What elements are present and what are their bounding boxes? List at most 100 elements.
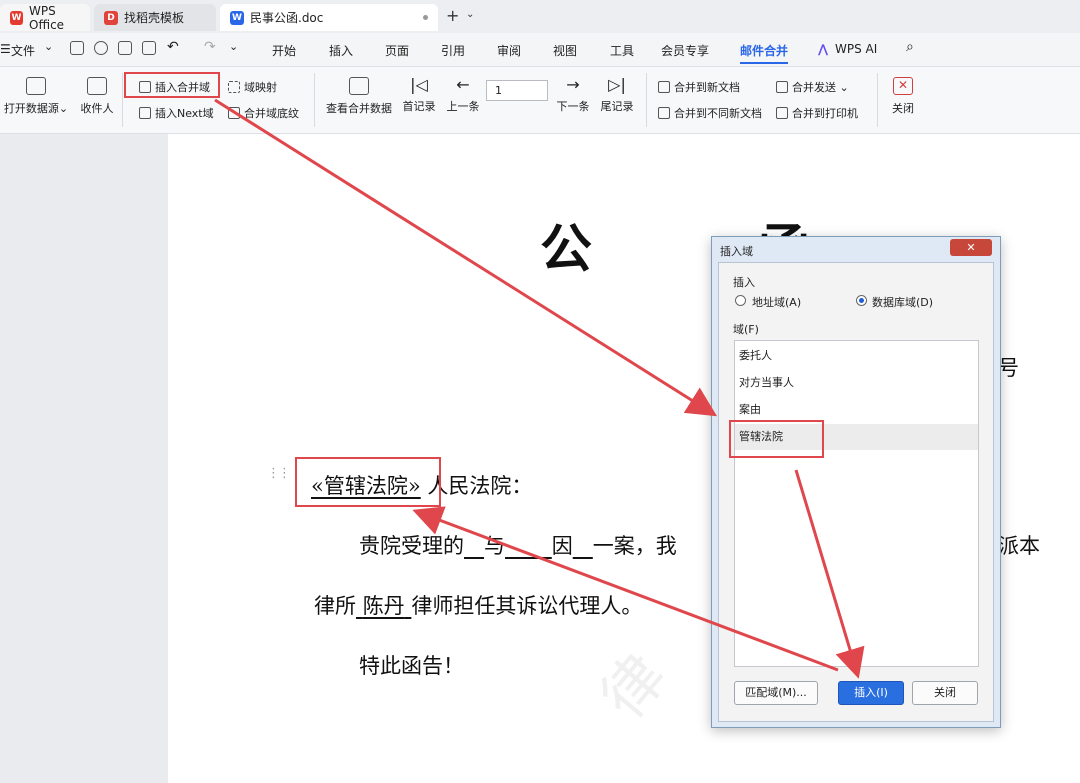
merge-printer-label: 合并到打印机 [792,107,858,120]
wps-ai-icon: ⋀ [818,42,829,56]
menu-mail-merge[interactable]: 邮件合并 [740,42,788,59]
tab-label: WPS Office [29,3,65,32]
list-item[interactable]: 对方当事人 [735,370,978,396]
radio-database-label[interactable]: 数据库域(D) [872,294,933,310]
doc-number-suffix: 号 [998,356,1019,380]
first-record-icon: |◁ [410,75,428,94]
court-suffix: 人民法院： [427,474,533,498]
arrow-left-icon: ← [456,75,470,94]
find-icon[interactable] [94,41,108,55]
database-icon [26,77,46,95]
insert-field-dialog: 插入域 ✕ 插入 地址域(A) 数据库域(D) 域(F) 委托人 对方当事人 案… [711,236,1001,728]
merge-field-shading-button[interactable]: 合并域底纹 [228,105,299,121]
first-record-button[interactable]: |◁ 首记录 [400,75,438,114]
para1-mid1: 与 [484,534,506,558]
para1-mid3: 一案，我 [592,534,677,558]
menu-tools[interactable]: 工具 [610,42,634,59]
field-listbox[interactable]: 委托人 对方当事人 案由 管辖法院 [734,340,979,667]
active-tab-indicator [740,62,788,64]
ribbon-mail-merge: 打开数据源⌄ 收件人 插入合并域 插入Next域 域映射 合并域底纹 查看合并数… [0,67,1080,134]
para2-start: 律所 [314,594,356,618]
merge-new-doc-button[interactable]: 合并到新文档 [658,79,740,95]
menu-member[interactable]: 会员专享 [661,42,709,59]
chevron-down-icon[interactable]: ⌄ [466,9,474,20]
dialog-cancel-button[interactable]: 关闭 [912,681,978,705]
merge-send-label: 合并发送 [792,81,836,94]
menu-references[interactable]: 引用 [441,42,465,59]
menu-home[interactable]: 开始 [272,42,296,59]
print-preview-icon[interactable] [142,41,156,55]
view-data-icon [349,77,369,95]
search-icon[interactable]: ⌕ [906,39,914,55]
radio-database-field[interactable] [856,295,867,306]
redo-icon[interactable]: ↷ [204,39,216,55]
merge-printer-button[interactable]: 合并到打印机 [776,105,858,121]
next-field-icon [139,107,151,119]
close-merge-label: 关闭 [892,102,914,115]
open-data-source-button[interactable]: 打开数据源⌄ [3,77,69,116]
merge-docs-icon [658,107,670,119]
doc-paragraph-1: 贵院受理的 与 因 一案，我 [359,530,677,560]
doc-closing: 特此函告！ [359,654,464,678]
ribbon-divider [877,73,878,127]
lawyer-name: 陈丹 [362,594,405,618]
new-tab-icon[interactable]: + [446,6,459,25]
menu-bar: ☰ 文件 ⌄ ↶ ↷ ⌄ 开始 插入 页面 引用 审阅 视图 工具 会员专享 邮… [0,33,1080,67]
merge-diff-docs-label: 合并到不同新文档 [674,107,762,120]
insert-next-field-button[interactable]: 插入Next域 [139,105,214,121]
menu-view[interactable]: 视图 [553,42,577,59]
last-record-button[interactable]: ▷| 尾记录 [597,75,637,114]
prev-record-label: 上一条 [446,100,480,113]
navigation-pane [0,134,168,783]
prev-record-button[interactable]: ← 上一条 [444,75,482,114]
tab-docer[interactable]: D 找稻壳模板 [94,4,216,31]
match-fields-button[interactable]: 匹配域(M)... [734,681,818,705]
dialog-close-button[interactable]: ✕ [950,239,992,256]
next-record-button[interactable]: → 下一条 [554,75,592,114]
chevron-down-icon: ⌄ [58,102,69,115]
list-item[interactable]: 委托人 [735,343,978,369]
para1-mid2: 因 [551,534,573,558]
menu-review[interactable]: 审阅 [497,42,521,59]
merge-send-button[interactable]: 合并发送 ⌄ [776,79,849,95]
tab-label: 民事公函.doc [250,11,324,25]
unsaved-dot-icon [423,15,428,20]
insert-button[interactable]: 插入(I) [838,681,904,705]
undo-icon[interactable]: ↶ [167,39,179,55]
save-icon[interactable] [70,41,84,55]
highlight-box-merge-field [295,457,441,507]
close-merge-button[interactable]: ✕ 关闭 [886,77,920,116]
first-record-label: 首记录 [402,100,436,113]
highlight-box-insert-merge-field [124,72,220,98]
open-data-source-label: 打开数据源 [3,102,59,115]
drag-handle-icon[interactable]: ⋮⋮ [267,466,291,481]
view-merged-data-button[interactable]: 查看合并数据 [323,77,395,116]
last-record-label: 尾记录 [600,100,634,113]
chevron-down-icon[interactable]: ⌄ [44,40,53,53]
menu-file[interactable]: 文件 [11,42,35,59]
ribbon-divider [646,73,647,127]
insert-next-field-label: 插入Next域 [155,107,214,120]
tab-wps-office[interactable]: W WPS Office [0,3,90,32]
arrow-right-icon: → [566,75,580,94]
dialog-body: 插入 地址域(A) 数据库域(D) 域(F) 委托人 对方当事人 案由 管辖法院… [718,262,994,722]
merge-new-doc-label: 合并到新文档 [674,81,740,94]
menu-page[interactable]: 页面 [385,42,409,59]
para1-end: 派本 [998,534,1040,558]
menu-insert[interactable]: 插入 [329,42,353,59]
field-mapping-button[interactable]: 域映射 [228,79,277,95]
chevron-down-icon[interactable]: ⌄ [229,40,238,53]
doc-paragraph-2: 律所 陈丹 律师担任其诉讼代理人。 [314,590,642,620]
tab-document[interactable]: W 民事公函.doc [220,4,438,31]
recipients-button[interactable]: 收件人 [78,77,116,116]
print-icon[interactable] [118,41,132,55]
record-number-input[interactable]: 1 [486,80,548,101]
radio-address-field[interactable] [735,295,746,306]
merge-diff-docs-button[interactable]: 合并到不同新文档 [658,105,762,121]
merge-field-shading-label: 合并域底纹 [244,107,299,120]
hamburger-icon[interactable]: ☰ [0,42,11,56]
menu-wps-ai[interactable]: WPS AI [835,42,877,56]
mail-recipient-icon [87,77,107,95]
radio-address-label[interactable]: 地址域(A) [752,294,801,310]
chevron-down-icon: ⌄ [836,81,849,94]
